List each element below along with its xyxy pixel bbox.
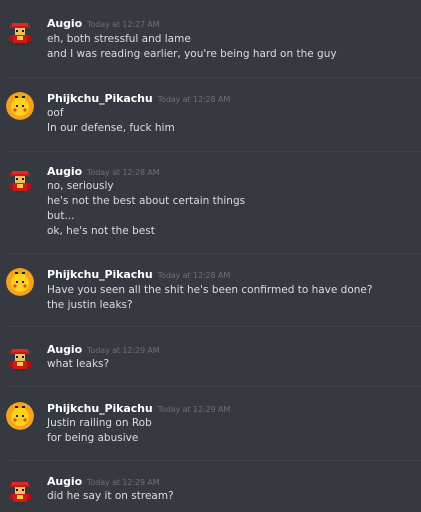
message-divider	[9, 151, 421, 152]
message-header: Augio Today at 12:29 AM	[47, 475, 160, 488]
message-header: Phijkchu_Pikachu Today at 12:28 AM	[47, 268, 230, 281]
avatar[interactable]	[6, 402, 34, 430]
timestamp: Today at 12:28 AM	[157, 95, 231, 104]
pixel-character-icon	[6, 478, 34, 506]
pixel-character-icon	[6, 167, 34, 195]
pixel-character-icon	[6, 345, 34, 373]
message-divider	[9, 326, 421, 327]
avatar[interactable]	[6, 345, 34, 373]
username[interactable]: Phijkchu_Pikachu	[47, 268, 153, 281]
avatar[interactable]	[6, 167, 34, 195]
message-header: Augio Today at 12:27 AM	[47, 17, 160, 30]
message-header: Phijkchu_Pikachu Today at 12:29 AM	[47, 402, 230, 415]
message-text: the justin leaks?	[47, 299, 133, 311]
username[interactable]: Phijkchu_Pikachu	[47, 92, 153, 105]
pikachu-icon	[6, 268, 34, 296]
username[interactable]: Augio	[47, 475, 82, 488]
avatar[interactable]	[6, 268, 34, 296]
username[interactable]: Phijkchu_Pikachu	[47, 402, 153, 415]
message-text: did he say it on stream?	[47, 490, 174, 502]
timestamp: Today at 12:28 AM	[157, 271, 231, 280]
message-header: Augio Today at 12:29 AM	[47, 343, 160, 356]
message-text: what leaks?	[47, 358, 110, 370]
message-text: and I was reading earlier, you're being …	[47, 48, 337, 60]
chat-message-list[interactable]: Augio Today at 12:27 AM eh, both stressfu…	[0, 0, 421, 512]
username[interactable]: Augio	[47, 343, 82, 356]
message-divider	[9, 386, 421, 387]
avatar[interactable]	[6, 92, 34, 120]
message-text: In our defense, fuck him	[47, 122, 175, 134]
message-divider	[9, 77, 421, 78]
pixel-character-icon	[6, 19, 34, 47]
timestamp: Today at 12:27 AM	[87, 20, 160, 29]
message-header: Phijkchu_Pikachu Today at 12:28 AM	[47, 92, 230, 105]
message-text: oof	[47, 107, 64, 119]
avatar[interactable]	[6, 19, 34, 47]
timestamp: Today at 12:28 AM	[87, 168, 160, 177]
message-text: but...	[47, 210, 75, 222]
message-text: no, seriously	[47, 180, 114, 192]
username[interactable]: Augio	[47, 17, 82, 30]
avatar[interactable]	[6, 478, 34, 506]
message-text: eh, both stressful and lame	[47, 33, 191, 45]
pikachu-icon	[6, 92, 34, 120]
timestamp: Today at 12:29 AM	[87, 478, 160, 487]
message-divider	[9, 460, 421, 461]
timestamp: Today at 12:29 AM	[87, 346, 160, 355]
message-text: for being abusive	[47, 432, 139, 444]
username[interactable]: Augio	[47, 165, 82, 178]
message-text: Justin railing on Rob	[47, 417, 152, 429]
message-text: ok, he's not the best	[47, 225, 155, 237]
timestamp: Today at 12:29 AM	[157, 405, 231, 414]
pikachu-icon	[6, 402, 34, 430]
message-header: Augio Today at 12:28 AM	[47, 165, 160, 178]
message-text: he's not the best about certain things	[47, 195, 246, 207]
message-text: Have you seen all the shit he's been con…	[47, 284, 373, 296]
message-divider	[9, 253, 421, 254]
